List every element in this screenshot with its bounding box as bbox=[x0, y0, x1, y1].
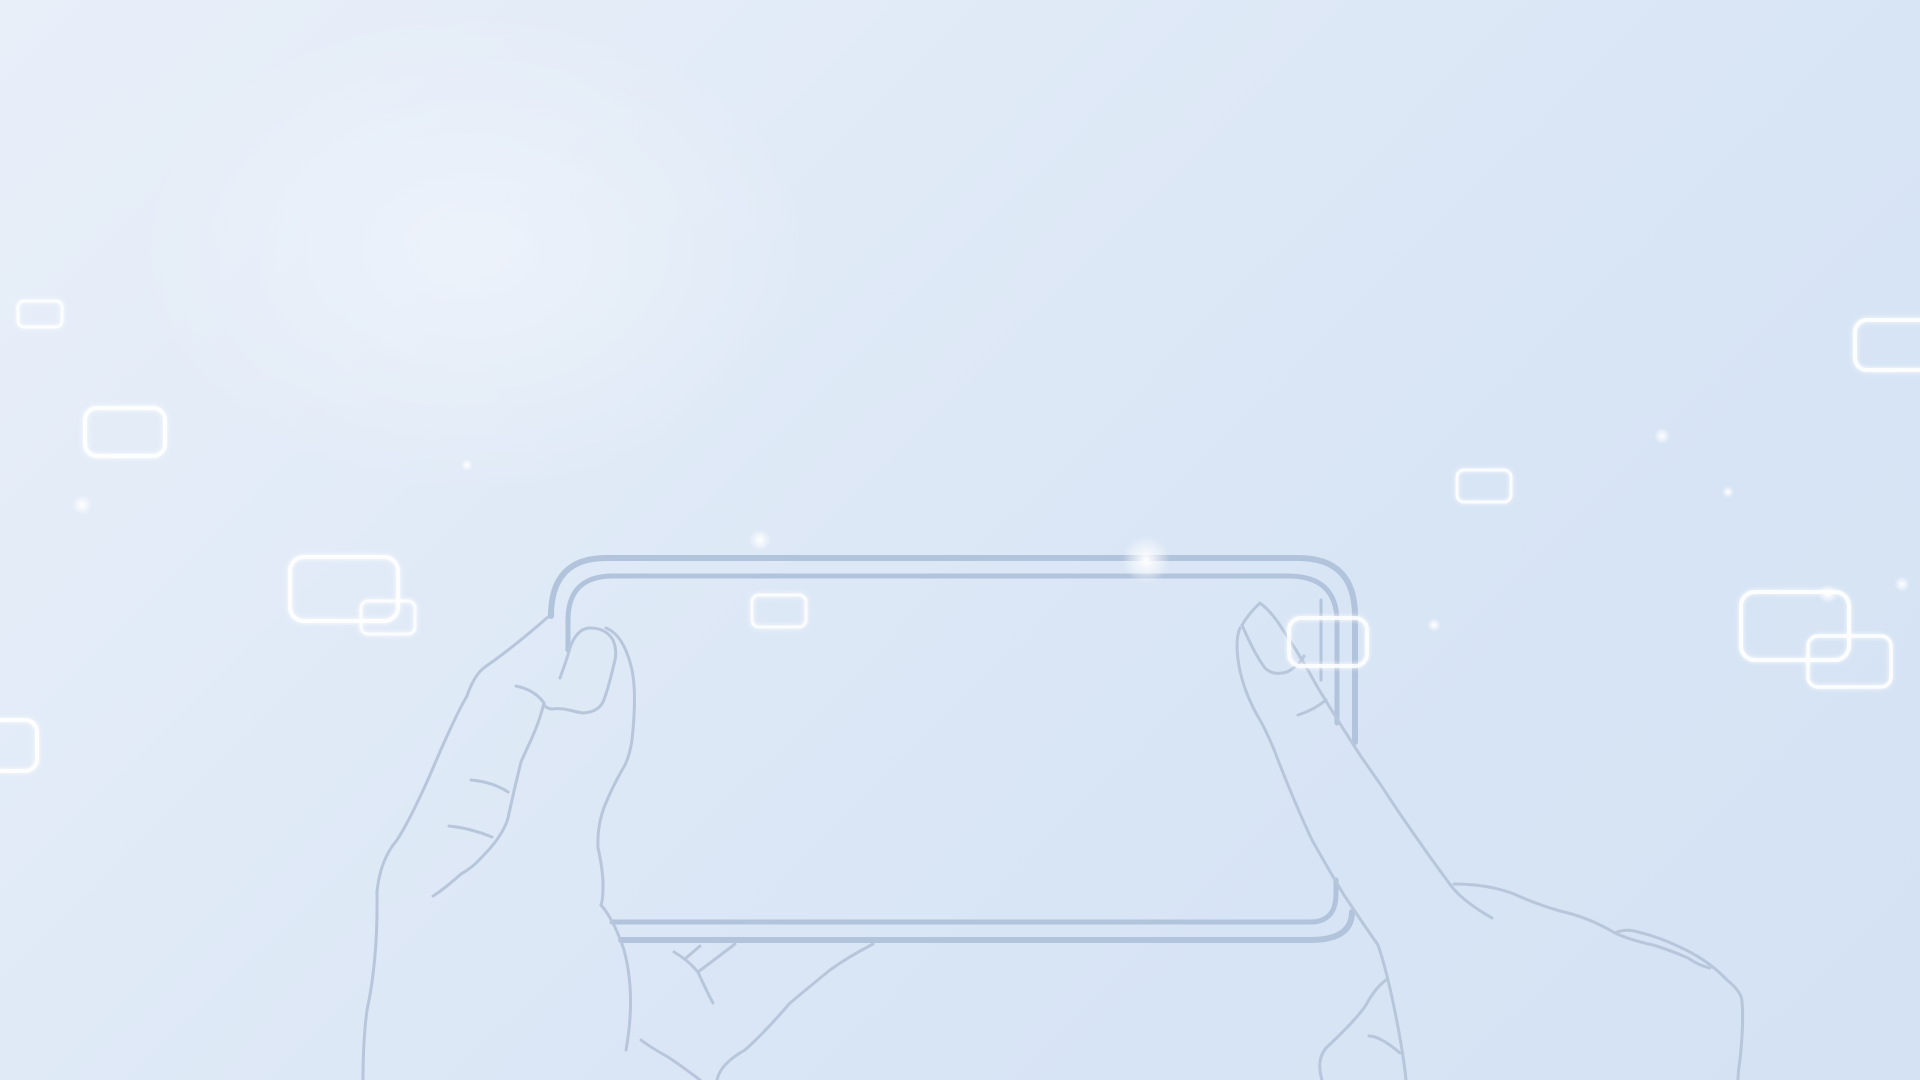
sparkle-dot bbox=[1894, 576, 1910, 592]
floating-rectangles bbox=[0, 299, 1920, 773]
sparkle-dot bbox=[749, 529, 771, 551]
sparkle-dot bbox=[1722, 486, 1734, 498]
sparkles bbox=[72, 428, 1910, 632]
phone-screen-bottom bbox=[609, 877, 1339, 925]
phone-bottom-edge bbox=[618, 909, 1355, 943]
floating-rect bbox=[0, 718, 39, 773]
floating-rect bbox=[1853, 318, 1920, 372]
right-hand-illustration bbox=[1235, 601, 1745, 1080]
floating-rect bbox=[288, 555, 400, 623]
floating-rect bbox=[83, 406, 167, 458]
phone-illustration bbox=[548, 555, 1358, 943]
sparkle-dot bbox=[72, 495, 92, 515]
floating-rect bbox=[359, 599, 417, 636]
floating-rect bbox=[1455, 468, 1513, 504]
sparkle-dot bbox=[1427, 618, 1441, 632]
phone-screen-frame bbox=[565, 573, 1340, 726]
sparkle-dot bbox=[461, 459, 473, 471]
phone-outer-frame bbox=[548, 555, 1358, 745]
sparkle-dot bbox=[1818, 584, 1838, 604]
illustration-canvas bbox=[0, 299, 1920, 1080]
left-hand-illustration bbox=[361, 615, 875, 1080]
floating-rect bbox=[750, 593, 808, 629]
sparkle-dot bbox=[1654, 428, 1670, 444]
floating-rect bbox=[16, 299, 64, 329]
sparkle-dot bbox=[1122, 536, 1170, 584]
hero-background bbox=[0, 0, 1920, 1080]
